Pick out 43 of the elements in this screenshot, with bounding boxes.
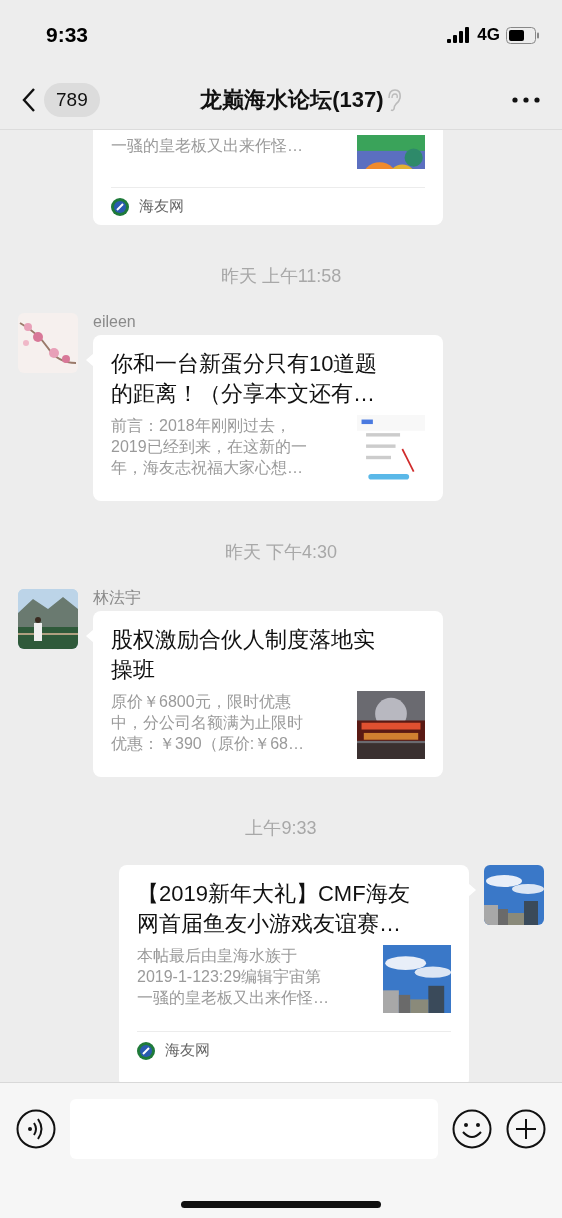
network-label: 4G (477, 25, 500, 45)
card-title: 股权激励合伙人制度落地实 (111, 626, 376, 654)
timestamp: 昨天 下午4:30 (224, 541, 337, 563)
sender-name: eileen (93, 313, 137, 331)
voice-button[interactable] (16, 1109, 56, 1149)
card-description: 年，海友志祝福大家心想… (111, 458, 304, 478)
card-title: 【2019新年大礼】CMF海友 (137, 880, 411, 908)
card-description: 2019已经到来，在这新的一 (111, 437, 307, 457)
card-description: 一骚的皇老板又出来作怪… (137, 988, 329, 1008)
timestamp: 昨天 上午11:58 (220, 265, 342, 287)
more-button[interactable] (512, 96, 540, 103)
status-time: 9:33 (46, 23, 89, 47)
sender-name: 林法宇 (93, 589, 142, 607)
timestamp: 上午9:33 (245, 817, 317, 839)
site-logo-icon (137, 1041, 155, 1060)
source-name: 海友网 (139, 197, 184, 216)
unread-badge: 789 (44, 82, 100, 117)
card-title: 操班 (111, 656, 156, 684)
chat-title: 龙巅海水论坛(137) (200, 85, 384, 114)
card-title: 你和一台新蛋分只有10道题 (111, 350, 379, 378)
plus-icon (506, 1109, 546, 1149)
back-icon (22, 86, 36, 113)
smiley-icon (452, 1109, 492, 1149)
source-name: 海友网 (165, 1041, 210, 1060)
card-title: 的距离！（分享本文还有… (111, 380, 376, 408)
card-description: 中，分公司名额满为止限时 (111, 713, 304, 733)
emoji-button[interactable] (452, 1109, 492, 1149)
card-title: 网首届鱼友小游戏友谊赛… (137, 910, 402, 938)
signal-icon (447, 27, 472, 43)
more-icon (512, 96, 540, 103)
card-description: 2019-1-123:29编辑宇宙第 (137, 967, 323, 987)
card-description: 本帖最后由皇海水族于 (137, 946, 298, 966)
voice-icon (16, 1109, 56, 1149)
card-description: 优惠：￥390（原价:￥68… (111, 734, 304, 754)
card-description: 原价￥6800元，限时优惠 (111, 692, 292, 712)
site-logo-icon (111, 197, 129, 216)
battery-icon (506, 26, 540, 44)
ear-icon (385, 87, 402, 112)
card-description: 一骚的皇老板又出来作怪… (111, 136, 303, 156)
card-description: 前言：2018年刚刚过去， (111, 416, 292, 436)
link-card[interactable]: 一骚的皇老板又出来作怪… 海友网 (93, 130, 443, 225)
add-button[interactable] (506, 1109, 546, 1149)
back-button[interactable]: 789 (22, 82, 100, 117)
